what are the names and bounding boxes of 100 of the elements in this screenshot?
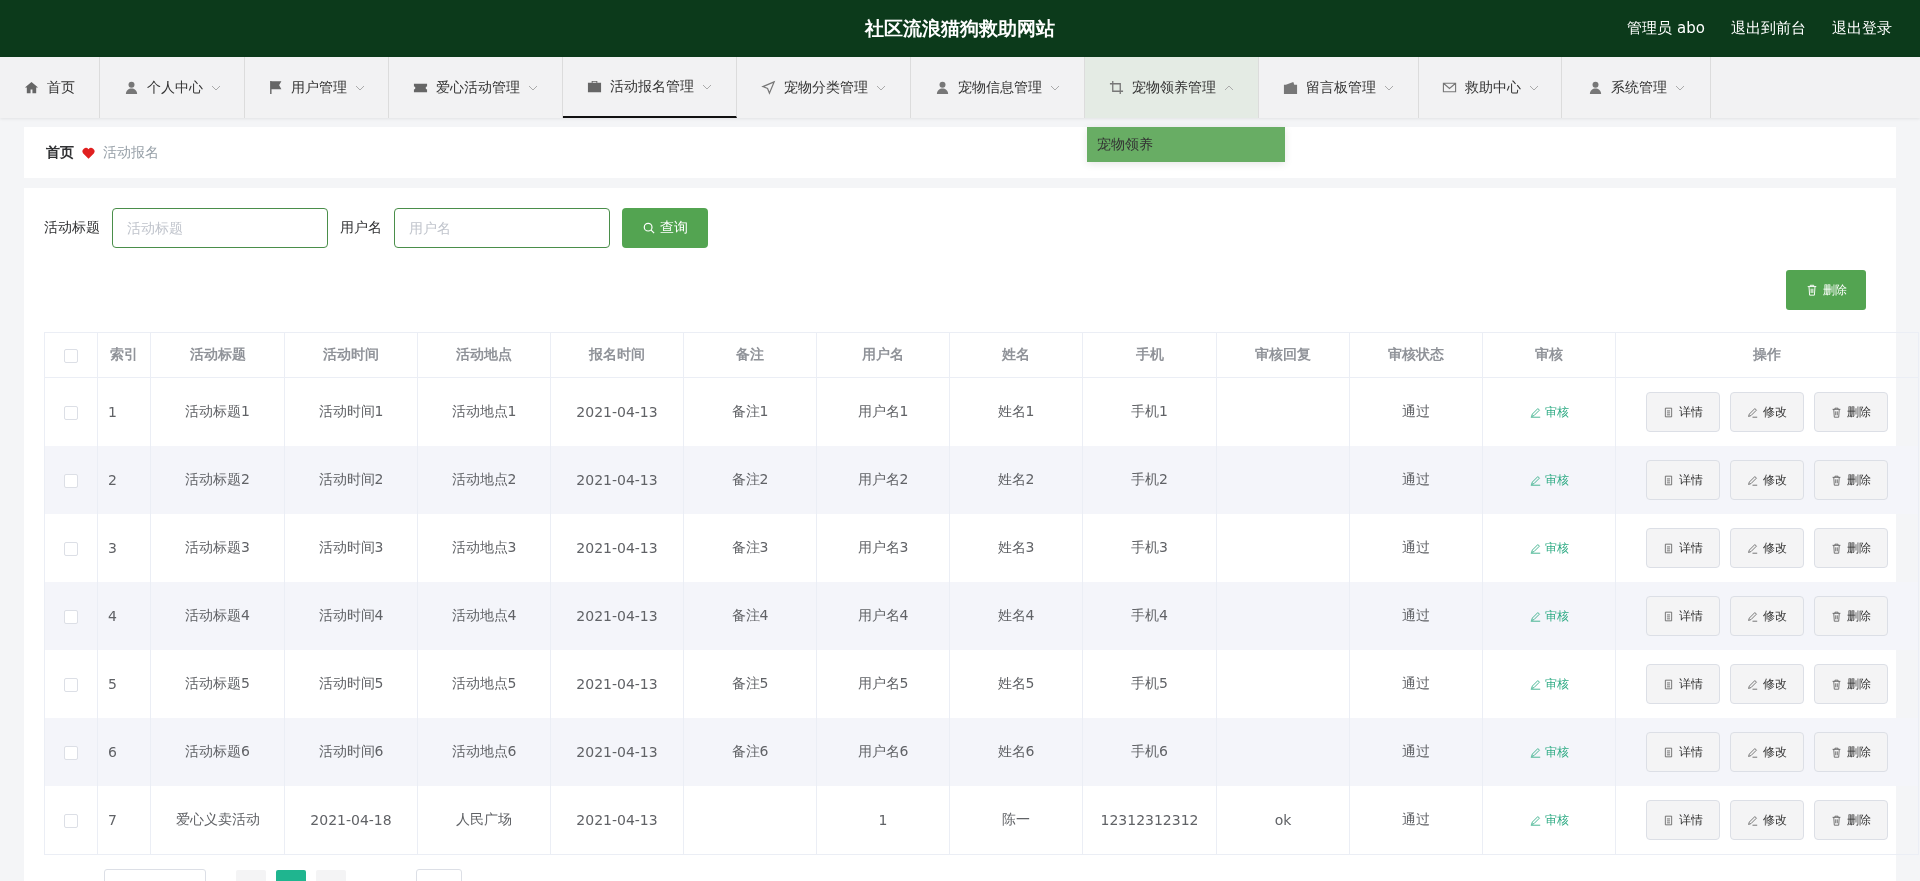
pencil-icon — [1529, 814, 1541, 826]
column-header: 操作 — [1753, 346, 1781, 362]
table-cell: 用户名4 — [857, 607, 909, 623]
row-checkbox[interactable] — [64, 542, 78, 556]
table-cell: 手机2 — [1131, 471, 1168, 487]
edit-button[interactable]: 修改 — [1730, 528, 1804, 568]
select-all-checkbox[interactable] — [64, 349, 78, 363]
nav-tab[interactable]: 救助中心 — [1419, 57, 1562, 118]
caret-icon — [702, 83, 712, 90]
breadcrumb-link[interactable]: 首页 — [46, 143, 74, 162]
header-link[interactable]: 退出到前台 — [1731, 19, 1806, 38]
row-checkbox[interactable] — [64, 406, 78, 420]
edit-button[interactable]: 修改 — [1730, 664, 1804, 704]
table-cell: 活动标题6 — [185, 743, 250, 759]
detail-button[interactable]: 详情 — [1646, 664, 1720, 704]
mail-icon — [1441, 80, 1457, 95]
pencil-icon — [1747, 474, 1758, 486]
table-cell: 活动地点2 — [451, 471, 517, 487]
caret-icon — [876, 84, 886, 91]
edit-button[interactable]: 修改 — [1730, 800, 1804, 840]
submenu-item[interactable]: 宠物领养 — [1087, 127, 1285, 162]
document-icon — [1663, 474, 1674, 486]
edit-button[interactable]: 修改 — [1730, 460, 1804, 500]
column-header: 审核回复 — [1255, 346, 1311, 362]
detail-button[interactable]: 详情 — [1646, 732, 1720, 772]
delete-button[interactable]: 删除 — [1814, 732, 1888, 772]
table-cell: 活动标题2 — [185, 471, 250, 487]
flag-icon — [268, 80, 283, 95]
table-cell: 用户名3 — [857, 539, 909, 555]
heart-icon — [82, 146, 95, 159]
edit-button[interactable]: 修改 — [1730, 732, 1804, 772]
document-icon — [1663, 678, 1674, 690]
row-checkbox[interactable] — [64, 610, 78, 624]
detail-button[interactable]: 详情 — [1646, 460, 1720, 500]
column-header: 活动标题 — [189, 346, 246, 362]
detail-button[interactable]: 详情 — [1646, 800, 1720, 840]
delete-button[interactable]: 删除 — [1814, 528, 1888, 568]
table-cell: 2021-04-13 — [576, 404, 658, 420]
table-cell: 备注1 — [731, 403, 769, 419]
detail-button[interactable]: 详情 — [1646, 596, 1720, 636]
search-field[interactable]: 活动标题 — [112, 208, 328, 248]
column-header: 用户名 — [862, 346, 904, 362]
row-checkbox[interactable] — [64, 678, 78, 692]
row-checkbox[interactable] — [64, 746, 78, 760]
row-checkbox[interactable] — [64, 814, 78, 828]
nav-tab[interactable]: 宠物分类管理 — [737, 57, 911, 118]
admin-user-link[interactable]: 管理员 abo — [1627, 19, 1705, 38]
person-icon — [123, 80, 139, 95]
table-cell: 2021-04-13 — [576, 812, 658, 828]
nav-tab[interactable]: 用户管理 — [245, 57, 389, 118]
table-cell: 1 — [878, 812, 888, 828]
edit-button[interactable]: 修改 — [1730, 392, 1804, 432]
delete-button[interactable]: 删除 — [1814, 392, 1888, 432]
trash-icon — [1831, 746, 1842, 758]
trash-icon — [1831, 406, 1842, 418]
table-cell: 活动地点3 — [451, 539, 517, 555]
delete-button[interactable]: 删除 — [1814, 800, 1888, 840]
table-cell: 2021-04-18 — [310, 812, 392, 828]
delete-button[interactable]: 删除 — [1814, 460, 1888, 500]
table-cell: 2021-04-13 — [576, 472, 658, 488]
table-cell: 通过 — [1402, 607, 1430, 623]
edit-button[interactable]: 修改 — [1730, 596, 1804, 636]
nav-tab[interactable]: 首页 — [0, 57, 100, 118]
delete-button[interactable]: 删除 — [1814, 664, 1888, 704]
table-cell: 手机5 — [1131, 675, 1168, 691]
detail-button[interactable]: 详情 — [1646, 392, 1720, 432]
table-cell: 用户名5 — [857, 675, 909, 691]
wallet-icon — [1283, 80, 1298, 95]
nav-tab[interactable]: 系统管理 — [1562, 57, 1711, 118]
pencil-icon — [1529, 678, 1541, 690]
table-cell: 活动时间1 — [318, 403, 384, 419]
delete-button[interactable]: 删除 — [1814, 596, 1888, 636]
table-cell: 6 — [108, 744, 117, 760]
nav-tab[interactable]: 爱心活动管理 — [389, 57, 563, 118]
table-cell: 手机4 — [1131, 607, 1168, 623]
row-checkbox[interactable] — [64, 474, 78, 488]
table-cell: 人民广场 — [456, 811, 512, 827]
column-header: 备注 — [736, 346, 764, 362]
pencil-icon — [1529, 406, 1541, 418]
header-link[interactable]: 退出登录 — [1832, 19, 1892, 38]
pencil-icon — [1529, 474, 1541, 486]
table-cell: 用户名1 — [857, 403, 909, 419]
table-cell: ok — [1274, 812, 1292, 828]
search-field[interactable]: 用户名 — [394, 208, 610, 248]
pencil-icon — [1747, 406, 1758, 418]
nav-tab[interactable]: 个人中心 — [100, 57, 245, 118]
table-cell: 活动时间3 — [318, 539, 384, 555]
detail-button[interactable]: 详情 — [1646, 528, 1720, 568]
table-cell: 2 — [108, 472, 117, 488]
nav-tab[interactable]: 留言板管理 — [1259, 57, 1419, 118]
table-cell: 姓名2 — [997, 471, 1035, 487]
search-icon — [642, 222, 655, 234]
table-cell: 2021-04-13 — [576, 744, 658, 760]
caret-icon — [1050, 84, 1060, 91]
table-cell: 活动标题1 — [185, 403, 250, 419]
document-icon — [1663, 746, 1674, 758]
document-icon — [1663, 406, 1674, 418]
column-header: 手机 — [1135, 346, 1164, 362]
nav-tab[interactable]: 宠物领养管理 — [1085, 57, 1259, 118]
nav-tab[interactable]: 活动报名管理 — [563, 57, 737, 118]
